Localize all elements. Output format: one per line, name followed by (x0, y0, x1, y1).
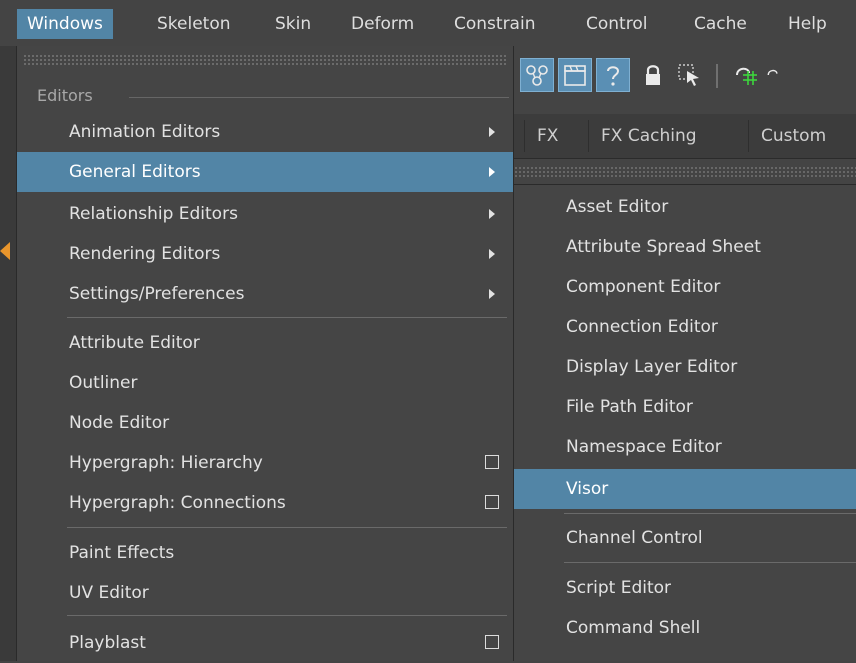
menu-item-uv-editor[interactable]: UV Editor (17, 573, 513, 613)
menu-item-paint-effects[interactable]: Paint Effects (17, 533, 513, 573)
submenu-item-channel-control[interactable]: Channel Control (514, 518, 856, 558)
tool-marker-icon (0, 242, 10, 260)
toolbar-divider (716, 64, 718, 88)
menu-item-relationship-editors[interactable]: Relationship Editors (17, 194, 513, 234)
section-header-editors: Editors (37, 86, 93, 105)
menu-item-label: Paint Effects (69, 543, 175, 563)
menu-item-animation-editors[interactable]: Animation Editors (17, 112, 513, 152)
submenu-item-file-path-editor[interactable]: File Path Editor (514, 387, 856, 427)
general-editors-submenu: Asset Editor Attribute Spread Sheet Comp… (514, 184, 856, 661)
select-icon[interactable] (672, 58, 706, 92)
menu-item-label: General Editors (69, 162, 201, 182)
menu-item-label: Playblast (69, 633, 146, 653)
submenu-arrow-icon (489, 167, 495, 177)
shelf-tabs: FX FX Caching Custom (514, 114, 856, 159)
submenu-item-display-layer-editor[interactable]: Display Layer Editor (514, 347, 856, 387)
menu-separator (67, 527, 507, 528)
option-box-icon[interactable] (485, 635, 499, 649)
help-icon[interactable] (596, 58, 630, 92)
submenu-item-script-editor[interactable]: Script Editor (514, 568, 856, 608)
submenu-separator (564, 513, 856, 514)
menu-item-label: Rendering Editors (69, 244, 221, 264)
menu-item-label: Settings/Preferences (69, 284, 245, 304)
submenu-item-namespace-editor[interactable]: Namespace Editor (514, 427, 856, 467)
menu-item-hypergraph-hierarchy[interactable]: Hypergraph: Hierarchy (17, 443, 513, 483)
menu-item-label: Attribute Editor (69, 333, 200, 353)
menu-item-rendering-editors[interactable]: Rendering Editors (17, 234, 513, 274)
menu-item-label: Relationship Editors (69, 204, 238, 224)
menu-item-label: Animation Editors (69, 122, 221, 142)
submenu-arrow-icon (489, 289, 495, 299)
node-graph-icon[interactable] (520, 58, 554, 92)
submenu-item-asset-editor[interactable]: Asset Editor (514, 187, 856, 227)
menu-item-node-editor[interactable]: Node Editor (17, 403, 513, 443)
submenu-arrow-icon (489, 249, 495, 259)
menu-item-label: Outliner (69, 373, 138, 393)
menu-control[interactable]: Control (576, 9, 657, 39)
menu-item-general-editors[interactable]: General Editors (17, 152, 513, 192)
menu-windows[interactable]: Windows (17, 9, 113, 39)
menu-item-label: UV Editor (69, 583, 149, 603)
shelf-tab-fx[interactable]: FX (524, 120, 570, 152)
submenu-item-connection-editor[interactable]: Connection Editor (514, 307, 856, 347)
submenu-arrow-icon (489, 209, 495, 219)
menu-separator (67, 615, 507, 616)
menu-constrain[interactable]: Constrain (444, 9, 545, 39)
snap-curve-icon[interactable] (764, 58, 784, 92)
submenu-item-command-shell[interactable]: Command Shell (514, 608, 856, 648)
shelf-tear-strip (514, 166, 856, 178)
menu-help[interactable]: Help (778, 9, 837, 39)
option-box-icon[interactable] (485, 455, 499, 469)
windows-dropdown-menu: Editors Animation Editors General Editor… (16, 46, 514, 661)
menu-item-label: Hypergraph: Hierarchy (69, 453, 263, 473)
menu-item-playblast[interactable]: Playblast (17, 623, 513, 663)
submenu-separator (564, 562, 856, 563)
menu-item-label: Node Editor (69, 413, 170, 433)
clapperboard-icon[interactable] (558, 58, 592, 92)
menu-item-label: Hypergraph: Connections (69, 493, 286, 513)
menu-item-attribute-editor[interactable]: Attribute Editor (17, 323, 513, 363)
menu-item-settings-preferences[interactable]: Settings/Preferences (17, 274, 513, 314)
menu-deform[interactable]: Deform (341, 9, 424, 39)
menu-item-outliner[interactable]: Outliner (17, 363, 513, 403)
snap-icon[interactable] (728, 58, 762, 92)
submenu-item-visor[interactable]: Visor (514, 469, 856, 509)
lock-icon[interactable] (636, 58, 670, 92)
submenu-arrow-icon (489, 127, 495, 137)
menu-skin[interactable]: Skin (265, 9, 321, 39)
tear-off-handle[interactable] (23, 54, 507, 66)
shelf-tab-custom[interactable]: Custom (748, 120, 838, 152)
menu-cache[interactable]: Cache (684, 9, 757, 39)
option-box-icon[interactable] (485, 495, 499, 509)
menubar: Windows Skeleton Skin Deform Constrain C… (0, 0, 856, 46)
menu-separator (67, 317, 507, 318)
submenu-item-component-editor[interactable]: Component Editor (514, 267, 856, 307)
status-toolbar (514, 54, 856, 98)
menu-item-hypergraph-connections[interactable]: Hypergraph: Connections (17, 483, 513, 523)
menu-skeleton[interactable]: Skeleton (147, 9, 241, 39)
submenu-item-attribute-spread-sheet[interactable]: Attribute Spread Sheet (514, 227, 856, 267)
shelf-tab-fx-caching[interactable]: FX Caching (588, 120, 709, 152)
section-divider (129, 97, 509, 98)
